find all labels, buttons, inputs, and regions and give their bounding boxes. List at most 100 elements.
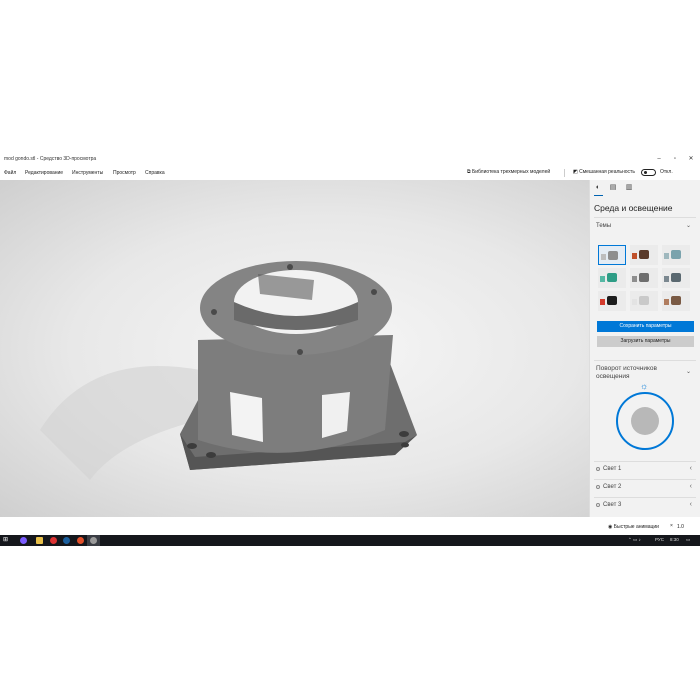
chevron-left-icon[interactable]: ‹ [690, 483, 692, 490]
clock[interactable]: 8:30 [670, 537, 679, 542]
theme-backdrop [664, 253, 669, 259]
light-rotation-dial[interactable] [616, 392, 674, 450]
speed-icon[interactable]: × [670, 523, 673, 529]
theme-thumbnail[interactable] [598, 268, 626, 288]
theme-thumbnail[interactable] [630, 291, 658, 311]
mixed-reality-text: Смешанная реальность [579, 169, 635, 175]
app-window: mod gondo.stl - Средство 3D-просмотра – … [0, 152, 700, 535]
theme-backdrop [600, 299, 605, 305]
speed-value[interactable]: 1.0 [677, 524, 684, 530]
opera-icon[interactable] [50, 537, 57, 544]
theme-backdrop [632, 299, 637, 305]
menu-file[interactable]: Файл [4, 170, 16, 176]
toggle-knob [644, 171, 647, 174]
light-row-2[interactable]: Свет 2 ‹ [594, 480, 696, 497]
title-bar: mod gondo.stl - Средство 3D-просмотра – … [0, 152, 700, 166]
body-cutout [322, 392, 350, 438]
light-radio[interactable] [596, 467, 600, 471]
light-row-1[interactable]: Свет 1 ‹ [594, 462, 696, 479]
divider [594, 360, 696, 361]
ring-hole [287, 264, 293, 270]
model-library-button[interactable]: ⧉ Библиотека трехмерных моделей [467, 169, 550, 175]
chevron-left-icon[interactable]: ‹ [690, 501, 692, 508]
environment-panel: ◐ ▤ ▥ Среда и освещение Темы ⌄ Сохранить… [589, 180, 700, 517]
theme-thumbnail[interactable] [662, 245, 690, 265]
menu-edit[interactable]: Редактирование [25, 170, 63, 176]
model-shadow [40, 366, 200, 480]
theme-model-preview [671, 296, 681, 305]
theme-backdrop [600, 276, 605, 282]
theme-thumbnail[interactable] [598, 245, 626, 265]
light-radio[interactable] [596, 485, 600, 489]
theme-model-preview [607, 273, 617, 282]
mixed-reality-state: Откл. [660, 169, 673, 175]
maximize-button[interactable]: ▫ [668, 154, 682, 164]
ring-hole [297, 349, 303, 355]
chevron-down-icon[interactable]: ⌄ [686, 368, 691, 375]
light-label: Свет 2 [603, 484, 622, 490]
theme-model-preview [671, 250, 681, 259]
divider [594, 217, 696, 218]
model-render [40, 261, 417, 480]
quick-animations-button[interactable]: ◉ Быстрые анимации [608, 524, 659, 530]
theme-model-preview [671, 273, 681, 282]
quick-animations-label: Быстрые анимации [613, 524, 659, 530]
notification-icon[interactable]: ▭ [686, 537, 690, 543]
tray-icons[interactable]: ⌃ ▭ ♪ [628, 537, 641, 543]
windows-start-icon[interactable]: ⊞ [3, 537, 9, 543]
mixed-reality-label: ◩ Смешанная реальность [573, 169, 635, 175]
model-library-label: Библиотека трехмерных моделей [471, 169, 551, 175]
theme-thumbnail[interactable] [662, 291, 690, 311]
mixed-reality-icon: ◩ [573, 169, 578, 175]
minimize-button[interactable]: – [652, 154, 666, 164]
menu-view[interactable]: Просмотр [113, 170, 136, 176]
body-cutout [230, 392, 263, 442]
3d-viewport[interactable] [0, 180, 589, 517]
wireframe-tab-icon[interactable]: ▥ [625, 184, 633, 192]
sun-tab-icon[interactable]: ◐ [594, 184, 602, 192]
close-button[interactable]: ✕ [684, 154, 698, 164]
sun-icon[interactable]: ☼ [640, 381, 648, 391]
theme-model-preview [639, 296, 649, 305]
save-settings-button[interactable]: Сохранить параметры [597, 321, 694, 332]
steam-icon[interactable] [63, 537, 70, 544]
plate-hole [187, 443, 197, 449]
theme-thumbnail[interactable] [630, 245, 658, 265]
theme-model-preview [608, 251, 618, 260]
menu-help[interactable]: Справка [145, 170, 165, 176]
active-tab-indicator [594, 195, 603, 196]
light-label: Свет 3 [603, 502, 622, 508]
light-row-3[interactable]: Свет 3 ‹ [594, 498, 696, 515]
ring-hole [371, 289, 377, 295]
theme-thumbnail[interactable] [598, 291, 626, 311]
plate-hole [399, 431, 409, 437]
eye-icon: ◉ [608, 524, 613, 530]
chevron-down-icon[interactable]: ⌄ [686, 222, 691, 229]
app-icon[interactable] [77, 537, 84, 544]
ring-hole [211, 309, 217, 315]
dial-center[interactable] [631, 407, 659, 435]
theme-thumbnail[interactable] [630, 268, 658, 288]
theme-backdrop [601, 254, 606, 260]
active-app-highlight[interactable] [87, 535, 100, 546]
input-language[interactable]: РУС [655, 537, 664, 542]
light-radio[interactable] [596, 503, 600, 507]
themes-label[interactable]: Темы [596, 223, 611, 229]
cube-icon: ⧉ [467, 169, 471, 175]
taskbar: ⊞ ⌃ ▭ ♪ РУС 8:30 ▭ [0, 535, 700, 546]
window-title: mod gondo.stl - Средство 3D-просмотра [4, 156, 97, 162]
chevron-left-icon[interactable]: ‹ [690, 465, 692, 472]
mixed-reality-toggle[interactable] [641, 169, 656, 176]
light-label: Свет 1 [603, 466, 622, 472]
menu-bar: Файл Редактирование Инструменты Просмотр… [0, 166, 700, 180]
theme-model-preview [639, 250, 649, 259]
folder-icon[interactable] [36, 537, 43, 544]
menu-tools[interactable]: Инструменты [72, 170, 103, 176]
theme-thumbnail[interactable] [662, 268, 690, 288]
light-rotation-label[interactable]: Поворот источников освещения [596, 365, 676, 381]
menu-divider [564, 169, 565, 177]
search-icon[interactable] [20, 537, 27, 544]
stats-tab-icon[interactable]: ▤ [609, 184, 617, 192]
3d-viewer-icon [90, 537, 97, 544]
load-settings-button[interactable]: Загрузить параметры [597, 336, 694, 347]
